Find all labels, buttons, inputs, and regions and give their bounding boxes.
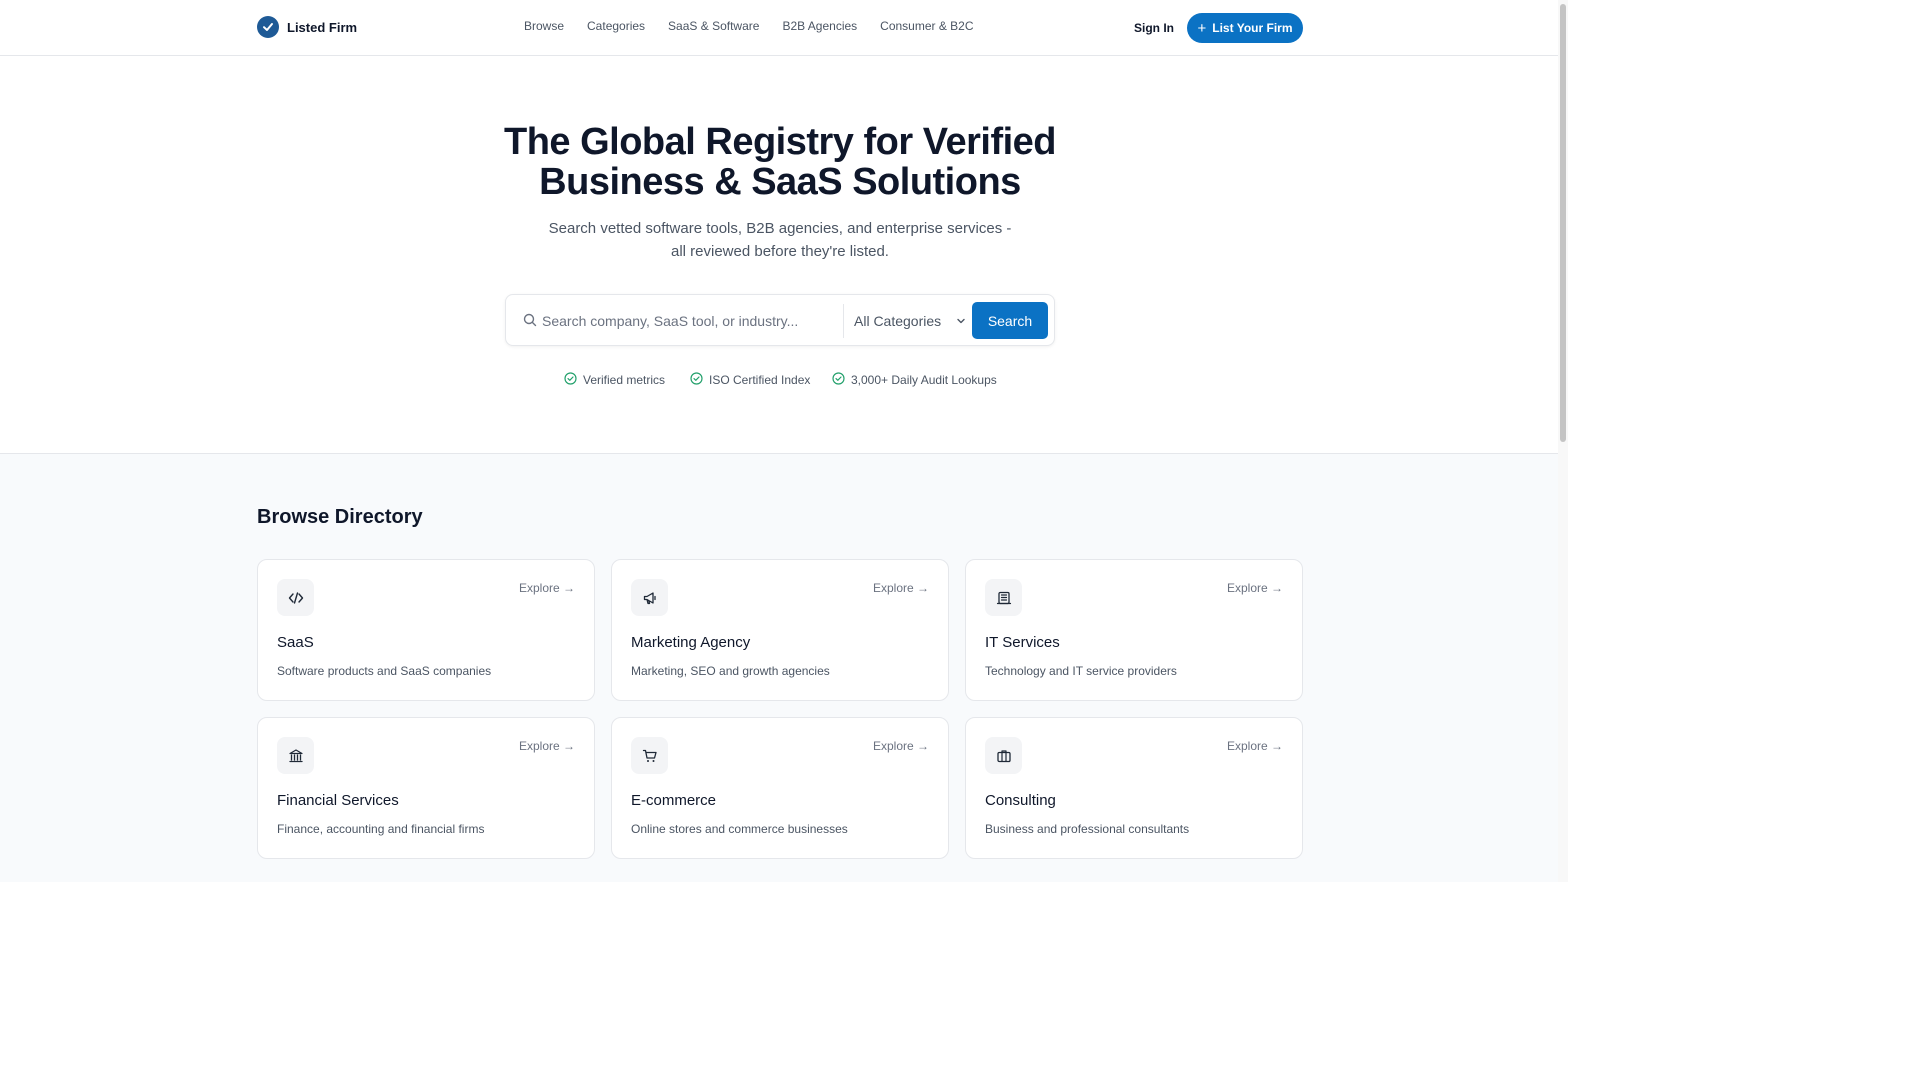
search-button[interactable]: Search xyxy=(972,302,1048,339)
search-icon xyxy=(523,313,537,332)
nav-categories[interactable]: Categories xyxy=(587,19,645,33)
list-your-firm-button[interactable]: + List Your Firm xyxy=(1187,13,1303,43)
card-description: Technology and IT service providers xyxy=(985,664,1177,678)
check-circle-icon xyxy=(832,372,845,388)
category-card-marketing-agency[interactable]: Explore → Marketing Agency Marketing, SE… xyxy=(611,559,949,701)
hero-subtitle-line-1: Search vetted software tools, B2B agenci… xyxy=(548,220,1012,237)
card-description: Marketing, SEO and growth agencies xyxy=(631,664,830,678)
category-card-saas[interactable]: Explore → SaaS Software products and Saa… xyxy=(257,559,595,701)
nav-b2b-agencies[interactable]: B2B Agencies xyxy=(782,19,857,33)
card-title: Financial Services xyxy=(277,792,399,809)
card-title: Marketing Agency xyxy=(631,634,751,651)
trust-item-verified-metrics: Verified metrics xyxy=(564,372,665,388)
hero-subtitle-line-2: all reviewed before they're listed. xyxy=(671,243,889,260)
sign-in-link[interactable]: Sign In xyxy=(1134,21,1174,35)
hero-title-line-2: Business & SaaS Solutions xyxy=(539,161,1021,203)
brand-logo[interactable]: Listed Firm xyxy=(257,16,357,38)
trust-item-audit-lookups: 3,000+ Daily Audit Lookups xyxy=(832,372,997,388)
trust-item-iso-certified: ISO Certified Index xyxy=(690,372,810,388)
trust-label: Verified metrics xyxy=(583,373,666,387)
list-your-firm-label: List Your Firm xyxy=(1212,21,1293,35)
card-description: Software products and SaaS companies xyxy=(277,664,492,678)
site-header: Listed Firm Browse Categories SaaS & Sof… xyxy=(0,0,1568,56)
chevron-down-icon xyxy=(956,313,966,329)
category-card-financial-services[interactable]: Explore → Financial Services Finance, ac… xyxy=(257,717,595,859)
directory-title: Browse Directory xyxy=(257,506,423,528)
check-circle-icon xyxy=(564,372,577,388)
server-icon xyxy=(985,579,1022,616)
search-input[interactable] xyxy=(542,310,832,332)
check-badge-icon xyxy=(257,16,279,38)
card-description: Online stores and commerce businesses xyxy=(631,822,848,836)
megaphone-icon xyxy=(631,579,668,616)
card-title: E-commerce xyxy=(631,792,717,809)
explore-link[interactable]: Explore → xyxy=(519,581,575,595)
hero-title-line-1: The Global Registry for Verified xyxy=(503,121,1057,163)
category-card-it-services[interactable]: Explore → IT Services Technology and IT … xyxy=(965,559,1303,701)
explore-link[interactable]: Explore → xyxy=(519,739,575,753)
main-nav: Browse Categories SaaS & Software B2B Ag… xyxy=(524,19,997,33)
plus-icon: + xyxy=(1197,19,1207,37)
scrollbar-thumb[interactable] xyxy=(1560,4,1566,442)
category-select-value: All Categories xyxy=(854,313,942,329)
briefcase-icon xyxy=(985,737,1022,774)
trust-label: 3,000+ Daily Audit Lookups xyxy=(851,373,997,387)
cart-icon xyxy=(631,737,668,774)
code-icon xyxy=(277,579,314,616)
category-card-ecommerce[interactable]: Explore → E-commerce Online stores and c… xyxy=(611,717,949,859)
explore-link[interactable]: Explore → xyxy=(1227,581,1283,595)
explore-link[interactable]: Explore → xyxy=(873,739,929,753)
explore-link[interactable]: Explore → xyxy=(873,581,929,595)
brand-name: Listed Firm xyxy=(287,19,358,35)
card-title: SaaS xyxy=(277,634,314,651)
trust-label: ISO Certified Index xyxy=(709,373,811,387)
category-card-consulting[interactable]: Explore → Consulting Business and profes… xyxy=(965,717,1303,859)
nav-consumer-b2c[interactable]: Consumer & B2C xyxy=(880,19,973,33)
hero-title: The Global Registry for Verified Busines… xyxy=(380,122,1180,202)
search-divider xyxy=(843,304,844,338)
nav-saas-software[interactable]: SaaS & Software xyxy=(668,19,759,33)
check-circle-icon xyxy=(690,372,703,388)
card-description: Finance, accounting and financial firms xyxy=(277,822,485,836)
explore-link[interactable]: Explore → xyxy=(1227,739,1283,753)
bank-icon xyxy=(277,737,314,774)
search-bar: All Categories Search xyxy=(505,294,1055,346)
nav-browse[interactable]: Browse xyxy=(524,19,564,33)
category-select[interactable]: All Categories xyxy=(854,303,966,339)
card-title: Consulting xyxy=(985,792,1056,809)
card-description: Business and professional consultants xyxy=(985,822,1190,836)
card-title: IT Services xyxy=(985,634,1060,651)
hero-subtitle: Search vetted software tools, B2B agenci… xyxy=(530,217,1030,263)
